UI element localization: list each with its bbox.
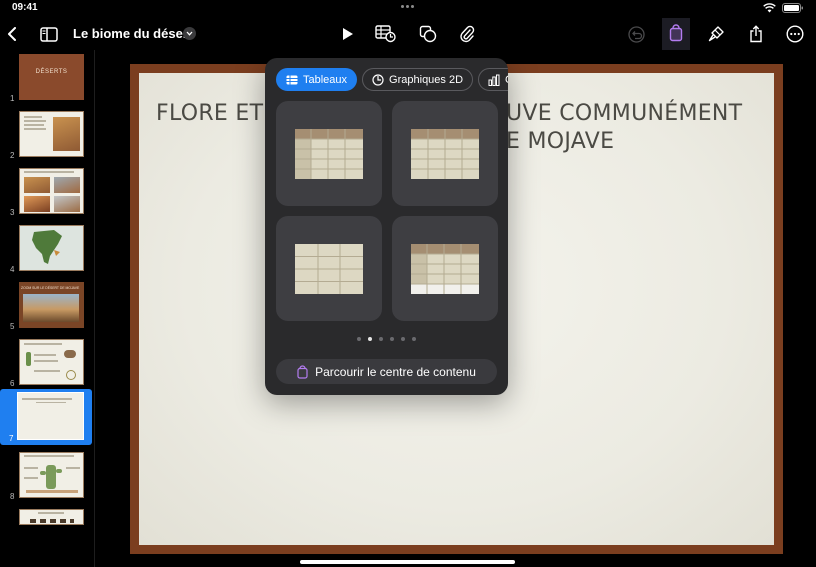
play-button[interactable] [336,22,360,46]
document-title[interactable]: Le biome du désert [73,26,192,41]
slide-preview: ZOOM SUR LE DÉSERT DE MOJAVE [19,282,84,328]
title-menu-button[interactable] [183,27,196,40]
page-dot[interactable] [390,337,394,341]
slide-thumbnail-5[interactable]: ZOOM SUR LE DÉSERT DE MOJAVE 5 [0,278,92,332]
tab-graphiques-2d[interactable]: Graphiques 2D [362,68,474,91]
tab-label: Tableaux [303,73,348,86]
insert-table-popover: Tableaux Graphiques 2D G [265,58,508,395]
slide-preview [19,168,84,214]
browse-content-library-button[interactable]: Parcourir le centre de contenu [276,359,497,384]
slide-preview [17,392,84,440]
page-dot[interactable] [379,337,383,341]
tab-tableaux[interactable]: Tableaux [276,68,358,91]
slide-number: 4 [10,265,15,274]
slide-number: 5 [10,322,15,331]
slide-thumbnail-8[interactable]: 8 [0,448,92,502]
slide-number: 1 [10,94,15,103]
undo-button[interactable] [624,22,648,46]
table-style-plain[interactable] [276,216,382,321]
cover-title: DÉSERTS [35,69,68,75]
share-button[interactable] [744,22,768,46]
shapes-icon [419,25,437,43]
slide-preview [19,339,84,385]
slide-thumbnail-2[interactable]: 2 [0,107,92,161]
slide-header: ZOOM SUR LE DÉSERT DE MOJAVE [21,286,80,290]
tab-graphiques-3d[interactable]: G [478,68,508,91]
toolbar: Le biome du désert [0,18,816,50]
page-dot-current[interactable] [368,337,372,341]
table-chart-icon [375,25,396,43]
status-indicators [763,3,804,13]
sidebar-toggle-button[interactable] [37,22,61,46]
slide-title-line2-right: E MOJAVE [506,129,615,154]
slide-thumbnail-3[interactable]: 3 [0,164,92,218]
tab-label: Graphiques 2D [389,73,464,86]
slide-preview [19,111,84,157]
slide-number: 6 [10,379,15,388]
back-button[interactable] [0,22,24,46]
chevron-down-icon [186,31,193,36]
table-style-header-footer[interactable] [392,216,498,321]
browse-label: Parcourir le centre de contenu [315,364,476,379]
undo-icon [627,25,645,43]
slide-preview [19,509,84,525]
category-segmented-control: Tableaux Graphiques 2D G [276,68,508,91]
format-button[interactable] [704,22,728,46]
page-dot[interactable] [412,337,416,341]
shopping-bag-icon [669,24,683,42]
table-preset-icon [295,128,363,179]
page-dot[interactable] [357,337,361,341]
insert-shape-button[interactable] [416,22,440,46]
slide-thumbnail-4[interactable]: 4 [0,221,92,275]
slide-preview [19,225,84,271]
slide-thumbnail-1[interactable]: DÉSERTS 1 [0,50,92,104]
insert-media-button[interactable] [455,22,479,46]
chart-pie-icon [372,73,384,86]
chevron-left-icon [8,27,16,41]
status-bar: 09:41 [0,0,816,18]
page-dot[interactable] [401,337,405,341]
slide-title-line1-right: UVE COMMUNÉMENT [506,101,743,126]
ellipsis-circle-icon [786,25,804,43]
page-indicator[interactable] [265,337,508,341]
tab-label: G [505,74,508,86]
paintbrush-icon [708,26,724,42]
multitasking-dots-icon[interactable] [401,5,414,8]
table-style-header-row-column[interactable] [276,101,382,206]
share-icon [750,25,762,43]
slide-thumbnail-7[interactable]: 7 [0,389,92,445]
table-icon [286,75,298,84]
status-time: 09:41 [12,2,38,13]
content-library-button[interactable] [662,18,690,50]
table-preset-icon [411,243,479,294]
table-preset-icon [411,128,479,179]
home-indicator[interactable] [300,560,515,564]
shopping-bag-icon [297,364,308,379]
slide-preview [19,452,84,498]
table-preset-icon [295,243,363,294]
table-style-header-row[interactable] [392,101,498,206]
bar-chart-icon [488,74,500,86]
slide-preview: DÉSERTS [19,54,84,100]
slide-thumbnail-9[interactable] [0,505,92,525]
slide-number: 3 [10,208,15,217]
slide-number: 7 [9,434,14,443]
slide-number: 8 [10,492,15,501]
slide-title-line1-left: FLORE ET [156,101,264,126]
map-illustration [32,230,62,264]
play-icon [343,28,353,40]
slide-navigator: DÉSERTS 1 2 3 4 ZOOM SUR LE DÉSERT DE MO… [0,50,95,567]
more-options-button[interactable] [783,22,807,46]
slide-number: 2 [10,151,15,160]
wifi-icon [763,3,776,13]
slide-thumbnail-6[interactable]: 6 [0,335,92,389]
insert-table-button[interactable] [374,22,398,46]
paperclip-icon [460,25,475,43]
battery-icon [782,3,803,13]
sidebar-icon [40,26,58,42]
